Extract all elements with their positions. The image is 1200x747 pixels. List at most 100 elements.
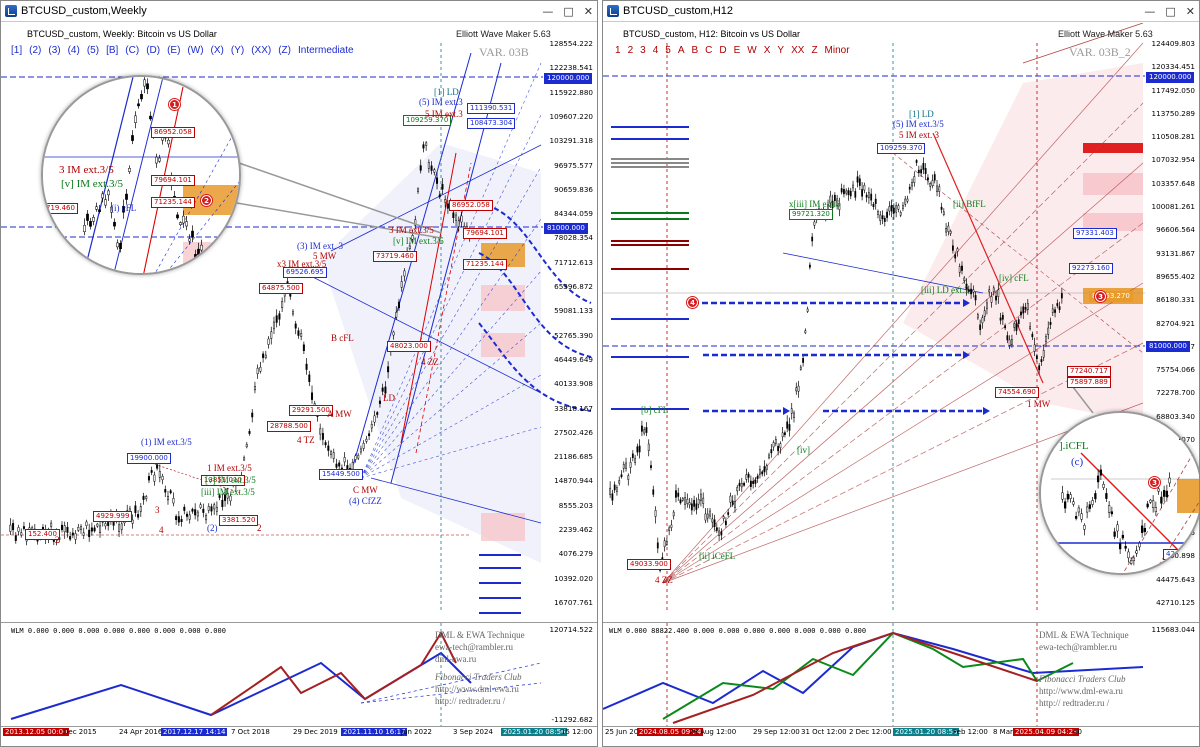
weekly-wave-label: 4 <box>159 525 164 535</box>
h12-wave-button[interactable]: W <box>747 45 756 56</box>
candle-body <box>856 176 859 183</box>
candle-body <box>376 412 379 415</box>
weekly-credit-url2: http:// redtrader.ru / <box>435 696 506 706</box>
candle-body <box>1160 496 1163 504</box>
weekly-wave-button[interactable]: (E) <box>167 45 180 56</box>
h12-wave-label: [iv] <box>797 445 810 455</box>
h12-wave-button[interactable]: Y <box>777 45 784 56</box>
h12-window-titlebar[interactable]: BTCUSD_custom,H12 — □ ✕ <box>603 1 1199 22</box>
h12-wave-button[interactable]: 5 <box>665 45 671 56</box>
weekly-wave-label: [iii] IM ext.3/5 <box>201 487 255 497</box>
candle-body <box>425 142 428 146</box>
candle-body <box>747 473 750 478</box>
h12-wave-button[interactable]: 2 <box>628 45 634 56</box>
candle-body <box>9 524 12 532</box>
candle-body <box>63 525 66 533</box>
weekly-wave-button[interactable]: (5) <box>87 45 99 56</box>
weekly-wave-label: (5) IM ext.3 <box>419 97 463 107</box>
candle-body <box>1020 311 1022 316</box>
weekly-chart-window[interactable]: BTCUSD_custom,Weekly — □ ✕ BTCUSD_custom… <box>0 0 598 747</box>
weekly-price-label: 19900.000 <box>127 453 171 464</box>
close-icon[interactable]: ✕ <box>584 5 593 18</box>
weekly-wave-button[interactable]: (W) <box>187 45 203 56</box>
weekly-wave-label: (3) IM ext. 3 <box>297 241 343 251</box>
weekly-wave-button[interactable]: (2) <box>29 45 41 56</box>
h12-price-tick: 120334.451 <box>1151 62 1195 72</box>
candle-body <box>974 295 977 301</box>
candle-body <box>134 115 137 123</box>
h12-wave-degree-buttons[interactable]: 1 2 3 4 5 A B C D E W X Y XX Z Minor <box>615 45 857 56</box>
h12-wave-button[interactable]: Z <box>811 45 817 56</box>
weekly-wave-button[interactable]: (4) <box>68 45 80 56</box>
h12-wave-button[interactable]: 1 <box>615 45 621 56</box>
weekly-indicator-pane[interactable]: WLM 0.000 0.000 0.000 0.000 0.000 0.000 … <box>1 622 597 727</box>
weekly-price-scale[interactable]: 128554.222 122238.541 115922.880 109607.220… <box>541 23 597 622</box>
weekly-wave-button[interactable]: (D) <box>146 45 160 56</box>
close-icon[interactable]: ✕ <box>1186 5 1195 18</box>
h12-time-axis[interactable]: 25 Jun 20 2024.08.05 09:24 28 Aug 12:00 29 … <box>603 726 1199 738</box>
minimize-icon[interactable]: — <box>542 5 553 18</box>
candle-body <box>790 408 793 414</box>
weekly-wave-degree-buttons[interactable]: [1] (2) (3) (4) (5) [B] (C) (D) (E) (W) (X) (Y) (XX)… <box>11 45 361 56</box>
candle-body <box>422 144 425 149</box>
h12-wave-button[interactable]: Minor <box>825 45 850 56</box>
minimize-icon[interactable]: — <box>1144 5 1155 18</box>
candle-body <box>954 254 957 259</box>
weekly-price-tick: 103291.318 <box>549 136 593 146</box>
candle-body <box>125 193 128 200</box>
h12-wave-button[interactable]: B <box>691 45 698 56</box>
weekly-price-chart[interactable]: BTCUSD_custom, Weekly: Bitcoin vs US Dol… <box>1 23 597 622</box>
candle-body <box>77 526 80 531</box>
candle-body <box>1047 327 1050 335</box>
weekly-wave-button[interactable]: (X) <box>211 45 224 56</box>
maximize-icon[interactable]: □ <box>563 5 573 18</box>
candle-body <box>433 169 436 173</box>
weekly-wave-button[interactable]: [B] <box>106 45 118 56</box>
candle-body <box>1138 542 1141 548</box>
candle-body <box>849 190 852 197</box>
chart-window-icon <box>5 5 17 17</box>
weekly-window-titlebar[interactable]: BTCUSD_custom,Weekly — □ ✕ <box>1 1 597 22</box>
candle-body <box>378 400 381 404</box>
h12-wave-button[interactable]: 4 <box>653 45 659 56</box>
weekly-wave-button[interactable]: (C) <box>125 45 139 56</box>
candle-body <box>668 527 671 532</box>
maximize-icon[interactable]: □ <box>1165 5 1175 18</box>
candle-body <box>169 490 172 494</box>
weekly-wave-button[interactable]: (3) <box>48 45 60 56</box>
weekly-price-tick: 14870.944 <box>554 476 593 486</box>
h12-price-chart[interactable]: BTCUSD_custom, H12: Bitcoin vs US Dollar… <box>603 23 1199 622</box>
candle-body <box>795 387 798 392</box>
candle-body <box>1140 525 1144 533</box>
weekly-wave-button[interactable]: [1] <box>11 45 22 56</box>
h12-indicator-pane[interactable]: WLM 0.000 88822.400 0.000 0.000 0.000 0.… <box>603 622 1199 727</box>
weekly-price-tick: 16707.761 <box>554 598 593 607</box>
h12-wave-button[interactable]: D <box>719 45 726 56</box>
weekly-wave-label: LD <box>383 393 395 403</box>
candle-body <box>949 230 952 234</box>
weekly-time-axis[interactable]: 2013.12.05 00:00 Dec 2015 24 Apr 2016 2017.… <box>1 726 597 738</box>
h12-wave-button[interactable]: A <box>678 45 685 56</box>
h12-wave-button[interactable]: C <box>705 45 712 56</box>
h12-price-tick: 103357.648 <box>1151 178 1195 188</box>
candle-body <box>137 103 140 107</box>
weekly-wave-button[interactable]: (Z) <box>278 45 291 56</box>
candle-body <box>180 519 183 522</box>
h12-wave-button[interactable]: 3 <box>640 45 646 56</box>
h12-chart-window[interactable]: BTCUSD_custom,H12 — □ ✕ BTCUSD_custom, H… <box>602 0 1200 747</box>
weekly-price-label: 15449.500 <box>319 469 363 480</box>
h12-wave-label: x[iii] IM ext.3 <box>789 199 841 209</box>
candle-body <box>961 265 963 271</box>
weekly-window-title: BTCUSD_custom,Weekly <box>21 5 147 17</box>
h12-wave-button[interactable]: E <box>734 45 741 56</box>
h12-wave-button[interactable]: XX <box>791 45 804 56</box>
candle-body <box>924 168 927 174</box>
candle-body <box>797 385 800 392</box>
candle-body <box>210 506 213 512</box>
candle-body <box>146 83 149 90</box>
h12-wave-button[interactable]: X <box>764 45 771 56</box>
weekly-wlm-scale: 120714.522 -11292.682 <box>541 623 597 727</box>
weekly-wave-button[interactable]: (Y) <box>231 45 244 56</box>
weekly-wave-button[interactable]: Intermediate <box>298 45 354 56</box>
weekly-wave-button[interactable]: (XX) <box>251 45 271 56</box>
